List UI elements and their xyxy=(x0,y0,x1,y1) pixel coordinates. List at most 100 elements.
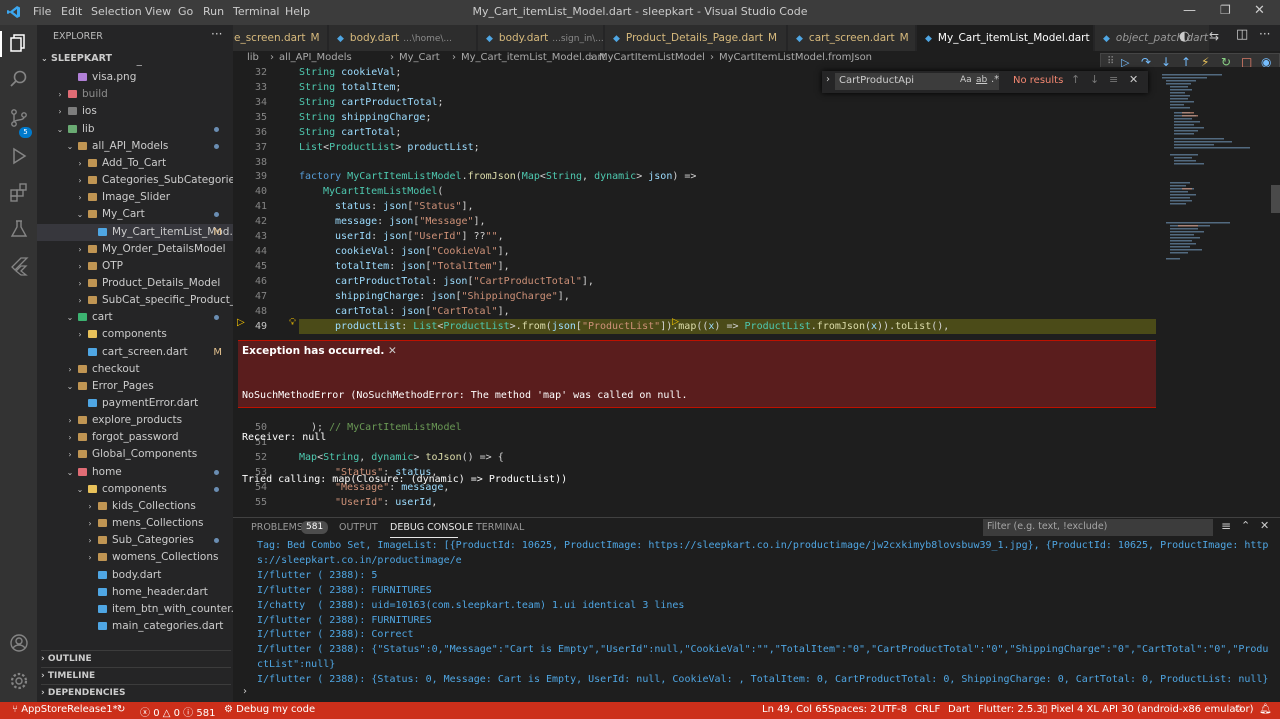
split-editor-icon[interactable]: ◫ xyxy=(1236,27,1248,42)
chevron-icon[interactable]: › xyxy=(75,172,85,189)
tab-terminal[interactable]: TERMINAL xyxy=(476,522,524,533)
tree-item[interactable]: ⌄ cart xyxy=(37,309,233,326)
run-debug-icon[interactable] xyxy=(8,145,30,167)
source-control-actions-icon[interactable]: ◐ xyxy=(1179,29,1190,44)
breadcrumb-item[interactable]: all_API_Models xyxy=(279,52,352,63)
tab-output[interactable]: OUTPUT xyxy=(339,522,378,533)
next-match-icon[interactable]: ↓ xyxy=(1090,73,1099,86)
tab-debug-console[interactable]: DEBUG CONSOLE xyxy=(390,522,473,533)
tree-item[interactable]: › kids_Collections xyxy=(37,498,233,515)
chevron-icon[interactable]: ⌄ xyxy=(65,309,75,326)
chevron-icon[interactable]: ⌄ xyxy=(65,464,75,481)
tab-body-dart[interactable]: ◆ body.dart ...\home\... xyxy=(329,25,477,51)
chevron-icon[interactable]: › xyxy=(75,326,85,343)
workspace-root[interactable]: ⌄ SLEEPKART xyxy=(41,53,112,64)
tab-my-cart-itemlist-model-dart[interactable]: ◆My_Cart_itemList_Model.dartM✕ xyxy=(917,25,1094,51)
chevron-icon[interactable]: › xyxy=(75,189,85,206)
search-icon[interactable] xyxy=(8,68,30,90)
chevron-icon[interactable]: › xyxy=(85,515,95,532)
minimap[interactable] xyxy=(1160,72,1270,282)
chevron-icon[interactable]: › xyxy=(65,412,75,429)
tree-item[interactable]: › womens_Collections xyxy=(37,549,233,566)
clear-console-icon[interactable]: ≡ xyxy=(1221,519,1231,533)
chevron-icon[interactable]: › xyxy=(75,275,85,292)
tree-item[interactable]: My_Cart_itemList_Mod... M xyxy=(37,223,233,241)
branch-status[interactable]: ⑂ AppStoreRelease1* xyxy=(12,704,118,715)
tab-more-icon[interactable]: ··· xyxy=(1259,27,1270,41)
tree-item[interactable]: home_header.dart xyxy=(37,584,233,601)
tab-cart-screen-dart[interactable]: ◆ cart_screen.dart M xyxy=(788,25,916,51)
close-panel-icon[interactable]: ✕ xyxy=(1260,519,1269,532)
device-status[interactable]: ▯ Pixel 4 XL API 30 (android-x86 emulato… xyxy=(1042,704,1254,715)
regex-icon[interactable]: .* xyxy=(991,74,999,85)
tree-item[interactable]: ⌄ Error_Pages xyxy=(37,378,233,395)
find-input[interactable]: CartProductApi Aa ab .* xyxy=(835,73,999,90)
feedback-icon[interactable]: ♲ xyxy=(1234,704,1243,715)
chevron-icon[interactable]: › xyxy=(85,532,95,549)
cursor-position[interactable]: Ln 49, Col 65 xyxy=(762,704,828,715)
tree-item[interactable]: ⌄ My_Cart xyxy=(37,206,233,223)
testing-icon[interactable] xyxy=(8,218,30,240)
tree-item[interactable]: › Image_Slider xyxy=(37,189,233,206)
tab-object-patch-dart[interactable]: ◆ object_patch.dart xyxy=(1095,25,1210,51)
tree-item[interactable]: › mens_Collections xyxy=(37,515,233,532)
tree-item[interactable]: ⌄ all_API_Models xyxy=(37,138,233,155)
tree-item[interactable]: main_categories.dart xyxy=(37,618,233,635)
console-filter-input[interactable]: Filter (e.g. text, !exclude) xyxy=(983,519,1213,536)
more-actions-icon[interactable]: ··· xyxy=(211,27,222,41)
encoding-status[interactable]: UTF-8 xyxy=(878,704,907,715)
chevron-icon[interactable]: › xyxy=(55,86,65,103)
chevron-icon[interactable]: ⌄ xyxy=(75,206,85,223)
section-outline[interactable]: › OUTLINE xyxy=(41,650,231,667)
tree-item[interactable]: paymentError.dart xyxy=(37,395,233,412)
editor-scrollbar-thumb[interactable] xyxy=(1271,185,1280,213)
indentation-status[interactable]: Spaces: 2 xyxy=(828,704,877,715)
tree-item[interactable]: ⌄ home xyxy=(37,464,233,481)
eol-status[interactable]: CRLF xyxy=(915,704,940,715)
tree-item[interactable]: cart_screen.dart M xyxy=(37,344,233,361)
chevron-icon[interactable]: ⌄ xyxy=(75,481,85,498)
breadcrumb-item[interactable]: MyCartItemListModel.fromJson xyxy=(719,52,872,63)
breadcrumb-item[interactable]: My_Cart xyxy=(399,52,440,63)
debug-console-output[interactable]: Tag: Bed Combo Set, ImageList: [{Product… xyxy=(233,538,1280,688)
language-status[interactable]: Dart xyxy=(948,704,970,715)
toggle-replace-icon[interactable]: › xyxy=(826,74,830,85)
lightbulb-icon[interactable]: 💡︎ xyxy=(289,317,296,328)
chevron-icon[interactable]: › xyxy=(65,429,75,446)
whole-word-icon[interactable]: ab xyxy=(976,75,987,85)
tree-item[interactable]: › Categories_SubCategories xyxy=(37,172,233,189)
tree-item[interactable]: item_btn_with_counter.dart xyxy=(37,601,233,618)
source-control-icon[interactable] xyxy=(8,107,30,129)
debug-status[interactable]: ⚙ Debug my code xyxy=(224,704,315,715)
account-icon[interactable] xyxy=(8,632,30,654)
tab-product-details-page-dart[interactable]: ◆ Product_Details_Page.dart M xyxy=(605,25,787,51)
chevron-icon[interactable]: ⌄ xyxy=(65,138,75,155)
tree-item[interactable]: › Global_Components xyxy=(37,446,233,463)
section-dependencies[interactable]: › DEPENDENCIES xyxy=(41,684,231,701)
chevron-icon[interactable]: › xyxy=(75,258,85,275)
settings-gear-icon[interactable] xyxy=(8,670,30,692)
problems-status[interactable]: ⓧ 0 △ 0 ⓘ 581 xyxy=(140,704,215,719)
previous-match-icon[interactable]: ↑ xyxy=(1071,73,1080,86)
breadcrumb-item[interactable]: MyCartItemListModel xyxy=(599,52,705,63)
chevron-icon[interactable]: › xyxy=(85,549,95,566)
tree-item[interactable]: › components xyxy=(37,326,233,343)
tree-item[interactable]: › OTP xyxy=(37,258,233,275)
tree-item[interactable]: › SubCat_specific_Product_Ite... xyxy=(37,292,233,309)
tree-item[interactable]: › forgot_password xyxy=(37,429,233,446)
chevron-icon[interactable]: ⌄ xyxy=(55,121,65,138)
close-find-icon[interactable]: ✕ xyxy=(1129,73,1138,86)
maximize-icon[interactable]: ❐ xyxy=(1220,3,1231,17)
chevron-icon[interactable]: › xyxy=(75,241,85,258)
tree-item[interactable]: ⌄ lib xyxy=(37,121,233,138)
tab-problems[interactable]: PROBLEMS xyxy=(251,522,303,533)
match-case-icon[interactable]: Aa xyxy=(960,75,972,85)
tree-item[interactable]: › build xyxy=(37,86,233,103)
close-icon[interactable]: ✕ xyxy=(1254,3,1265,18)
drag-handle-icon[interactable]: ⠿ xyxy=(1107,56,1114,67)
tree-item[interactable]: › checkout xyxy=(37,361,233,378)
chevron-icon[interactable]: › xyxy=(85,498,95,515)
chevron-icon[interactable]: › xyxy=(55,103,65,120)
tab-body-dart[interactable]: ◆ body.dart ...sign_in\... xyxy=(478,25,604,51)
chevron-icon[interactable]: › xyxy=(75,155,85,172)
